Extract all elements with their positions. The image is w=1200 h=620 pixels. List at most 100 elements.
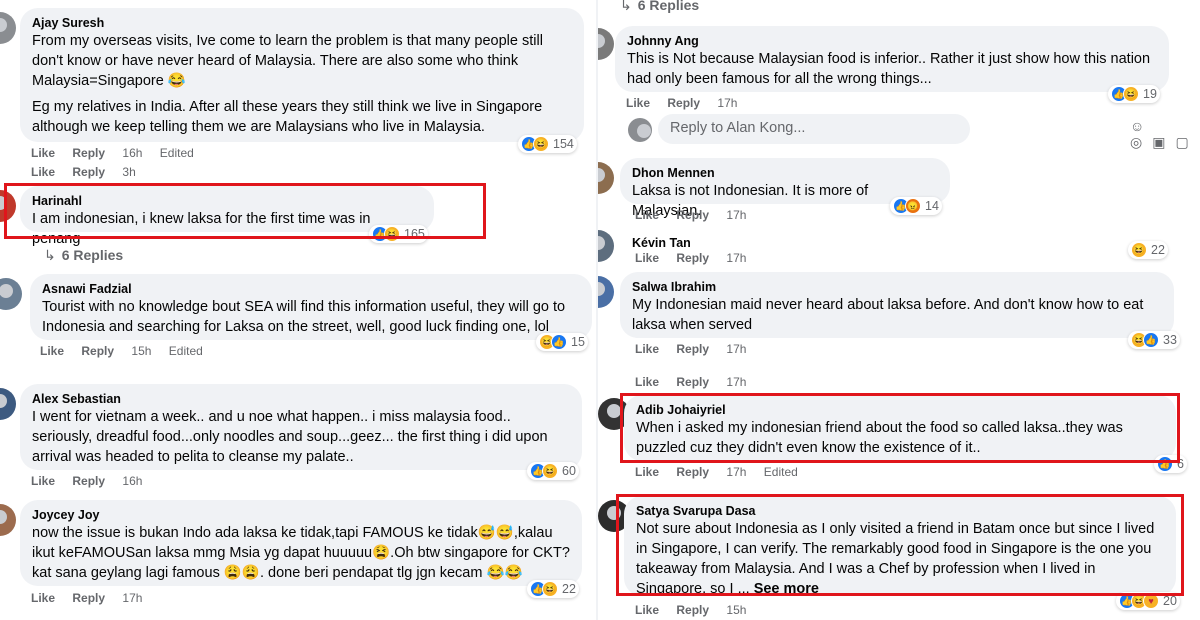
comment-author[interactable]: Alex Sebastian (32, 391, 570, 407)
comment-author[interactable]: Ajay Suresh (32, 15, 572, 31)
comment-bubble: Asnawi Fadzial Tourist with no knowledge… (30, 274, 592, 340)
reaction-count: 15 (571, 335, 585, 349)
like-button[interactable]: Like (31, 474, 55, 488)
comment-bubble: Ajay Suresh From my overseas visits, Ive… (20, 8, 584, 142)
comment-bubble: Salwa Ibrahim My Indonesian maid never h… (620, 272, 1174, 338)
comment-time[interactable]: 17h (726, 342, 746, 356)
comment-bubble: Joycey Joy now the issue is bukan Indo a… (20, 500, 582, 586)
reply-arrow-icon: ↳ (620, 0, 632, 13)
reaction-count: 19 (1143, 87, 1157, 101)
reply-button[interactable]: Reply (72, 165, 105, 179)
like-button[interactable]: Like (635, 465, 659, 479)
sticker-icon[interactable]: ▢ (1175, 134, 1198, 150)
reaction-summary[interactable]: 👍 😆 19 (1108, 85, 1160, 103)
reply-button[interactable]: Reply (676, 208, 709, 222)
like-button[interactable]: Like (635, 251, 659, 265)
reaction-summary[interactable]: 👍 😆 154 (518, 135, 577, 153)
like-button[interactable]: Like (40, 344, 64, 358)
reaction-summary[interactable]: 😆 22 (1128, 241, 1168, 259)
edited-label: Edited (168, 344, 203, 358)
comment-bubble: Alex Sebastian I went for vietnam a week… (20, 384, 582, 470)
reply-button[interactable]: Reply (676, 342, 709, 356)
reply-toolbar: ☺◎▣▢ (1130, 118, 1200, 151)
like-button[interactable]: Like (31, 165, 55, 179)
current-user-avatar (628, 118, 652, 142)
reply-actions: Like Reply 17h (635, 375, 760, 389)
reaction-count: 14 (925, 199, 939, 213)
like-button[interactable]: Like (626, 96, 650, 110)
reply-button[interactable]: Reply (72, 591, 105, 605)
comment-time[interactable]: 15h (726, 603, 746, 617)
reaction-summary[interactable]: 😆 👍 15 (536, 333, 588, 351)
reply-input[interactable]: Reply to Alan Kong... (658, 114, 970, 144)
highlight-box (616, 494, 1184, 596)
haha-reaction-icon: 😆 (542, 581, 558, 597)
comment-time[interactable]: 17h (726, 208, 746, 222)
comment-actions: Like Reply 15h Edited (40, 344, 217, 358)
emoji-icon[interactable]: ☺ (1130, 118, 1154, 134)
avatar[interactable] (598, 230, 614, 262)
camera-icon[interactable]: ◎ (1130, 134, 1152, 150)
comment-time[interactable]: 17h (717, 96, 737, 110)
reaction-count: 60 (562, 464, 576, 478)
avatar[interactable] (598, 276, 614, 308)
reply-button[interactable]: Reply (667, 96, 700, 110)
comment-actions: Like Reply 17h (635, 208, 760, 222)
comment-actions: Like Reply 16h (31, 474, 156, 488)
avatar[interactable] (0, 12, 16, 44)
comment-author[interactable]: Salwa Ibrahim (632, 279, 1162, 295)
comment-author[interactable]: Johnny Ang (627, 33, 1157, 49)
gif-icon[interactable]: ▣ (1152, 134, 1175, 150)
reply-button[interactable]: Reply (676, 465, 709, 479)
comment-time[interactable]: 17h (122, 591, 142, 605)
avatar[interactable] (598, 28, 614, 60)
like-button[interactable]: Like (635, 603, 659, 617)
comment-author[interactable]: Joycey Joy (32, 507, 570, 523)
right-comment-panel: ↳ 6 Replies Johnny Ang This is Not becaus… (598, 0, 1200, 620)
reaction-count: 20 (1163, 594, 1177, 608)
comment-author[interactable]: Asnawi Fadzial (42, 281, 580, 297)
like-button[interactable]: Like (635, 208, 659, 222)
comment-time[interactable]: 16h (122, 474, 142, 488)
left-comment-panel: Ajay Suresh From my overseas visits, Ive… (0, 0, 600, 620)
comment-text: This is Not because Malaysian food is in… (627, 51, 1151, 87)
like-button[interactable]: Like (635, 342, 659, 356)
comment-author[interactable]: Kévin Tan (632, 235, 691, 251)
like-button[interactable]: Like (31, 591, 55, 605)
comment-paragraph: From my overseas visits, Ive come to lea… (32, 33, 543, 89)
reply-button[interactable]: Reply (676, 603, 709, 617)
like-reaction-icon: 👍 (1143, 332, 1159, 348)
reply-button[interactable]: Reply (72, 146, 105, 160)
comment-time[interactable]: 15h (131, 344, 151, 358)
comment-text: I went for vietnam a week.. and u noe wh… (32, 409, 548, 465)
highlight-box (620, 393, 1180, 463)
avatar[interactable] (0, 504, 16, 536)
avatar[interactable] (0, 278, 22, 310)
view-replies-link[interactable]: ↳ 6 Replies (44, 247, 123, 264)
reaction-summary[interactable]: 👍 😆 22 (527, 580, 579, 598)
like-button[interactable]: Like (635, 375, 659, 389)
comment-actions: Like Reply 17h (635, 251, 760, 265)
comment-actions: Like Reply 16h Edited (31, 146, 208, 160)
avatar[interactable] (598, 162, 614, 194)
reply-time[interactable]: 17h (726, 375, 746, 389)
reply-button[interactable]: Reply (72, 474, 105, 488)
reaction-summary[interactable]: 😆 👍 33 (1128, 331, 1180, 349)
reaction-summary[interactable]: 👍 😆 60 (527, 462, 579, 480)
comment-time[interactable]: 17h (726, 251, 746, 265)
comment-actions: Like Reply 17h (31, 591, 156, 605)
reply-button[interactable]: Reply (81, 344, 114, 358)
reaction-count: 154 (553, 137, 574, 151)
reaction-summary[interactable]: 👍 😠 14 (890, 197, 942, 215)
reply-actions: Like Reply 3h (31, 165, 150, 179)
view-replies-link[interactable]: ↳ 6 Replies (620, 0, 699, 14)
reply-button[interactable]: Reply (676, 251, 709, 265)
reply-time[interactable]: 3h (122, 165, 135, 179)
comment-time[interactable]: 16h (122, 146, 142, 160)
like-button[interactable]: Like (31, 146, 55, 160)
like-reaction-icon: 👍 (551, 334, 567, 350)
comment-time[interactable]: 17h (726, 465, 746, 479)
avatar[interactable] (0, 388, 16, 420)
comment-author[interactable]: Dhon Mennen (632, 165, 938, 181)
reply-button[interactable]: Reply (676, 375, 709, 389)
